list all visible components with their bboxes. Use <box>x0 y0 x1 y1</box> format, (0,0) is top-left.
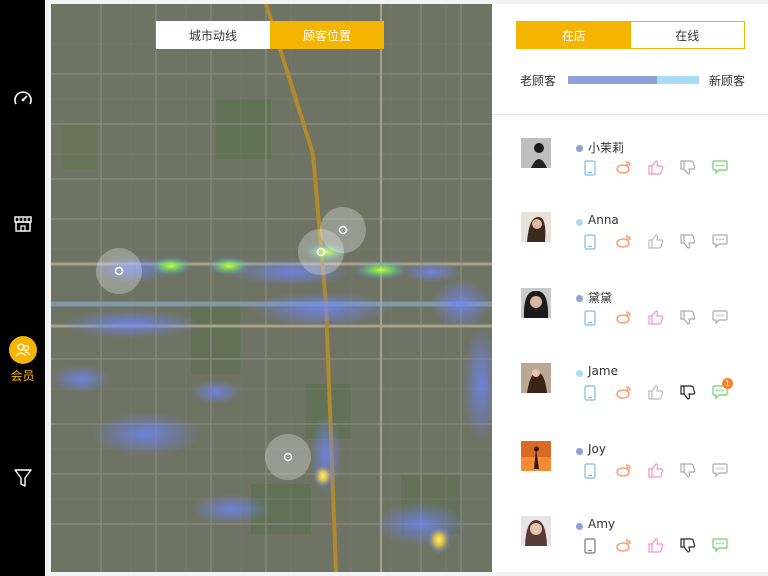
tab-in-store[interactable]: 在店 <box>517 22 631 48</box>
weibo-icon[interactable] <box>616 463 648 481</box>
phone-icon[interactable] <box>584 234 616 252</box>
weibo-icon[interactable] <box>616 234 648 252</box>
sidebar-nav: 会员 <box>0 0 45 576</box>
members-icon <box>8 336 37 364</box>
avatar[interactable] <box>521 516 551 546</box>
avatar[interactable] <box>521 363 551 393</box>
dislike-icon[interactable] <box>680 538 712 556</box>
nav-item-dashboard[interactable] <box>0 90 45 108</box>
customer-actions <box>584 310 744 328</box>
dislike-icon[interactable] <box>680 385 712 403</box>
customer-ratio: 老顾客 新顾客 <box>520 70 745 90</box>
customer-type-dot <box>576 145 583 152</box>
avatar[interactable] <box>521 441 551 471</box>
customer-type-dot <box>576 523 583 530</box>
avatar[interactable] <box>521 138 551 168</box>
city-route-tab[interactable]: 城市动线 <box>156 21 270 49</box>
unread-badge: 1 <box>722 378 733 389</box>
ratio-bar <box>568 76 699 84</box>
customer-type-dot <box>576 219 583 226</box>
customer-name: Anna <box>588 213 619 227</box>
dislike-icon[interactable] <box>680 310 712 328</box>
dislike-icon[interactable] <box>680 463 712 481</box>
wechat-icon[interactable]: 1 <box>712 378 744 403</box>
customer-location-tab[interactable]: 顾客位置 <box>270 21 384 49</box>
dislike-icon[interactable] <box>680 160 712 178</box>
weibo-icon[interactable] <box>616 385 648 403</box>
ratio-bar-new <box>657 76 699 84</box>
nav-item-members[interactable]: 会员 <box>0 336 45 384</box>
weibo-icon[interactable] <box>616 160 648 178</box>
like-icon[interactable] <box>648 385 680 403</box>
wechat-icon[interactable] <box>712 234 744 252</box>
map-mode-toggle: 城市动线 顾客位置 <box>156 21 384 49</box>
nav-label-members: 会员 <box>10 369 35 383</box>
customer-row[interactable]: 小茉莉 <box>492 138 768 198</box>
customer-type-dot <box>576 370 583 377</box>
customer-name: Jame <box>588 364 618 378</box>
map-background <box>51 4 492 572</box>
customer-type-dot <box>576 295 583 302</box>
channel-tabs: 在店 在线 <box>516 21 745 49</box>
customer-panel: 在店 在线 老顾客 新顾客 小茉莉 Anna 黛黛 Jame 1 Joy Amy <box>492 4 768 572</box>
customer-name: Joy <box>588 442 606 456</box>
speedometer-icon <box>13 90 33 108</box>
like-icon[interactable] <box>648 234 680 252</box>
phone-icon[interactable] <box>584 385 616 403</box>
like-icon[interactable] <box>648 463 680 481</box>
heatmap-map[interactable]: 城市动线 顾客位置 <box>51 4 492 572</box>
nav-item-funnel[interactable] <box>0 468 45 488</box>
like-icon[interactable] <box>648 160 680 178</box>
weibo-icon[interactable] <box>616 310 648 328</box>
customer-actions <box>584 160 744 178</box>
new-customer-label: 新顾客 <box>708 74 745 88</box>
customer-name: Amy <box>588 517 615 531</box>
store-icon <box>13 215 33 233</box>
customer-actions <box>584 538 744 556</box>
dislike-icon[interactable] <box>680 234 712 252</box>
divider <box>492 114 768 115</box>
phone-icon[interactable] <box>584 160 616 178</box>
funnel-icon <box>13 468 32 488</box>
avatar[interactable] <box>521 212 551 242</box>
like-icon[interactable] <box>648 538 680 556</box>
customer-name: 小茉莉 <box>588 141 625 155</box>
wechat-icon[interactable] <box>712 463 744 481</box>
customer-name: 黛黛 <box>588 291 613 305</box>
customer-row[interactable]: 黛黛 <box>492 288 768 348</box>
customer-row[interactable]: Anna <box>492 212 768 272</box>
weibo-icon[interactable] <box>616 538 648 556</box>
ratio-bar-old <box>568 76 657 84</box>
customer-type-dot <box>576 448 583 455</box>
customer-row[interactable]: Jame 1 <box>492 363 768 423</box>
customer-actions <box>584 234 744 252</box>
wechat-icon[interactable] <box>712 160 744 178</box>
tab-online[interactable]: 在线 <box>630 22 744 48</box>
customer-actions <box>584 463 744 481</box>
like-icon[interactable] <box>648 310 680 328</box>
phone-icon[interactable] <box>584 463 616 481</box>
customer-actions: 1 <box>584 378 744 403</box>
avatar[interactable] <box>521 288 551 318</box>
wechat-icon[interactable] <box>712 310 744 328</box>
customer-row[interactable]: Amy <box>492 516 768 576</box>
phone-icon[interactable] <box>584 310 616 328</box>
nav-item-store[interactable] <box>0 215 45 233</box>
customer-row[interactable]: Joy <box>492 441 768 501</box>
wechat-icon[interactable] <box>712 538 744 556</box>
old-customer-label: 老顾客 <box>520 74 557 88</box>
phone-icon[interactable] <box>584 538 616 556</box>
